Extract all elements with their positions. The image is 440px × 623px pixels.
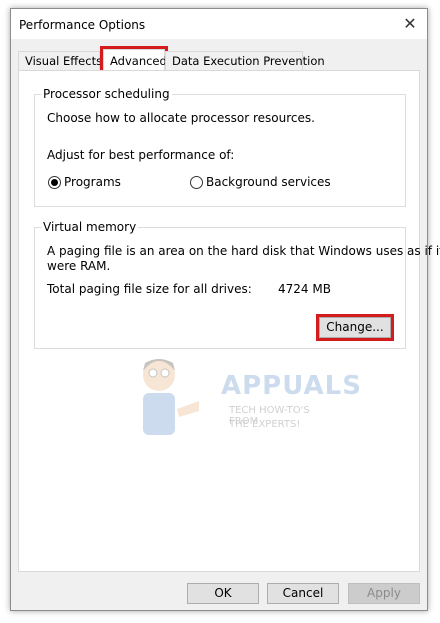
apply-button[interactable]: Apply [348,583,420,604]
total-paging-value: 4724 MB [278,282,331,296]
processor-scheduling-group: Processor scheduling Choose how to alloc… [34,87,406,207]
radio-selected-dot [51,179,58,186]
watermark-brand: APPUALS [221,371,362,401]
virtual-memory-label: Virtual memory [41,220,139,234]
background-services-radio[interactable] [190,176,203,189]
tab-advanced-label: Advanced [110,54,167,68]
programs-radio-label[interactable]: Programs [64,175,121,189]
ok-button[interactable]: OK [187,583,259,604]
processor-scheduling-label: Processor scheduling [41,87,172,101]
tab-visual-effects[interactable]: Visual Effects [18,51,103,70]
tab-advanced[interactable]: Advanced [100,46,168,74]
watermark-tagline-2: THE EXPERTS! [229,419,301,430]
processor-description: Choose how to allocate processor resourc… [47,111,315,125]
cancel-button[interactable]: Cancel [267,583,339,604]
appuals-mascot-icon [143,359,199,435]
tab-visual-effects-label: Visual Effects [25,54,103,68]
programs-radio[interactable] [48,176,61,189]
window-title: Performance Options [19,18,146,32]
adjust-performance-label: Adjust for best performance of: [47,148,235,162]
virtual-memory-description-line2: were RAM. [47,259,111,273]
title-bar: Performance Options ✕ [11,9,427,39]
virtual-memory-description-line1: A paging file is an area on the hard dis… [47,244,440,258]
virtual-memory-group: Virtual memory A paging file is an area … [34,220,440,349]
watermark-tagline-1: TECH HOW-TO'S FROM [229,405,310,427]
advanced-tab-panel: Processor scheduling Choose how to alloc… [18,70,440,572]
performance-options-dialog: Performance Options ✕ Visual Effects Adv… [10,8,440,611]
background-services-radio-label[interactable]: Background services [206,175,331,189]
appuals-watermark: APPUALS TECH HOW-TO'S FROM THE EXPERTS! [129,349,361,449]
tab-dep-label: Data Execution Prevention [172,54,325,68]
change-button[interactable]: Change... [316,314,394,341]
tab-data-execution-prevention[interactable]: Data Execution Prevention [165,51,325,70]
total-paging-label: Total paging file size for all drives: [47,282,252,296]
close-icon[interactable]: ✕ [399,13,421,35]
